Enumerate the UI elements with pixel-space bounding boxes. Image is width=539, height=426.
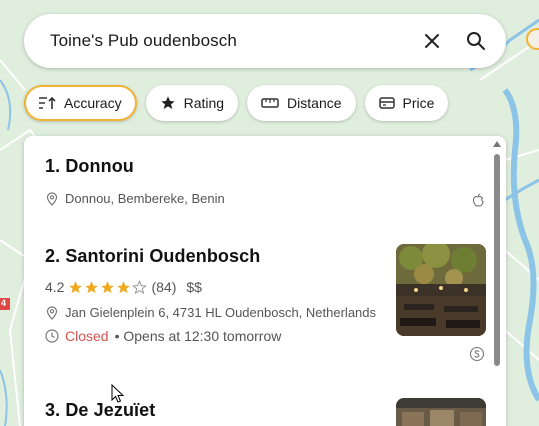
- scroll-up-arrow-icon[interactable]: [493, 140, 501, 148]
- mouse-cursor-icon: [111, 384, 125, 403]
- road-number-label: 4: [1, 298, 7, 308]
- search-button[interactable]: [458, 23, 494, 59]
- location-pin-icon: [46, 305, 58, 320]
- star-icon: [85, 280, 99, 293]
- status-detail: • Opens at 12:30 tomorrow: [114, 328, 282, 344]
- clear-search-button[interactable]: [414, 23, 450, 59]
- filter-price-label: Price: [402, 95, 435, 111]
- result-item-2[interactable]: 2. Santorini Oudenbosch 4.2 (84) $$ Jan …: [45, 244, 486, 376]
- scrollbar-thumb[interactable]: [494, 154, 500, 366]
- s-circle-icon: [469, 346, 485, 362]
- results-panel[interactable]: 1. Donnou Donnou, Bembereke, Benin 2. Sa…: [24, 136, 506, 426]
- result-address-row: Donnou, Bembereke, Benin: [45, 191, 486, 206]
- wallet-icon: [378, 97, 395, 109]
- filter-rating-label: Rating: [183, 95, 225, 111]
- filter-accuracy-label: Accuracy: [64, 95, 122, 111]
- review-count: (84): [151, 279, 177, 295]
- rating-stars: [68, 279, 148, 295]
- star-icon: [117, 280, 131, 293]
- filter-accuracy-button[interactable]: Accuracy: [24, 85, 137, 121]
- price-level: $$: [186, 279, 202, 295]
- filter-distance-button[interactable]: Distance: [247, 85, 356, 121]
- search-icon: [467, 32, 485, 50]
- result-photo[interactable]: [396, 244, 486, 336]
- rating-value: 4.2: [45, 279, 65, 295]
- star-icon: [69, 280, 83, 293]
- results-scrollbar[interactable]: [493, 140, 501, 426]
- status-closed: Closed: [65, 328, 109, 344]
- result-item-1[interactable]: 1. Donnou Donnou, Bembereke, Benin: [45, 156, 486, 216]
- star-outline-icon: [132, 279, 148, 294]
- close-icon: [425, 34, 439, 48]
- filter-distance-label: Distance: [287, 95, 342, 111]
- result-address: Jan Gielenplein 6, 4731 HL Oudenbosch, N…: [65, 305, 377, 320]
- ruler-icon: [261, 98, 279, 108]
- star-icon: [160, 96, 175, 109]
- filter-price-button[interactable]: Price: [364, 85, 449, 121]
- clock-icon: [45, 329, 59, 343]
- result-title[interactable]: 1. Donnou: [45, 156, 486, 177]
- sort-icon: [39, 96, 56, 109]
- search-bar[interactable]: Toine's Pub oudenbosch: [24, 14, 506, 68]
- filter-rating-button[interactable]: Rating: [145, 85, 239, 121]
- search-input[interactable]: Toine's Pub oudenbosch: [50, 31, 414, 51]
- location-pin-icon: [46, 191, 58, 206]
- apple-icon: [472, 193, 484, 207]
- result-photo[interactable]: [396, 398, 486, 426]
- filter-chips: Accuracy Rating Distance Price: [24, 85, 449, 121]
- star-icon: [101, 280, 115, 293]
- result-address: Donnou, Bembereke, Benin: [65, 191, 225, 206]
